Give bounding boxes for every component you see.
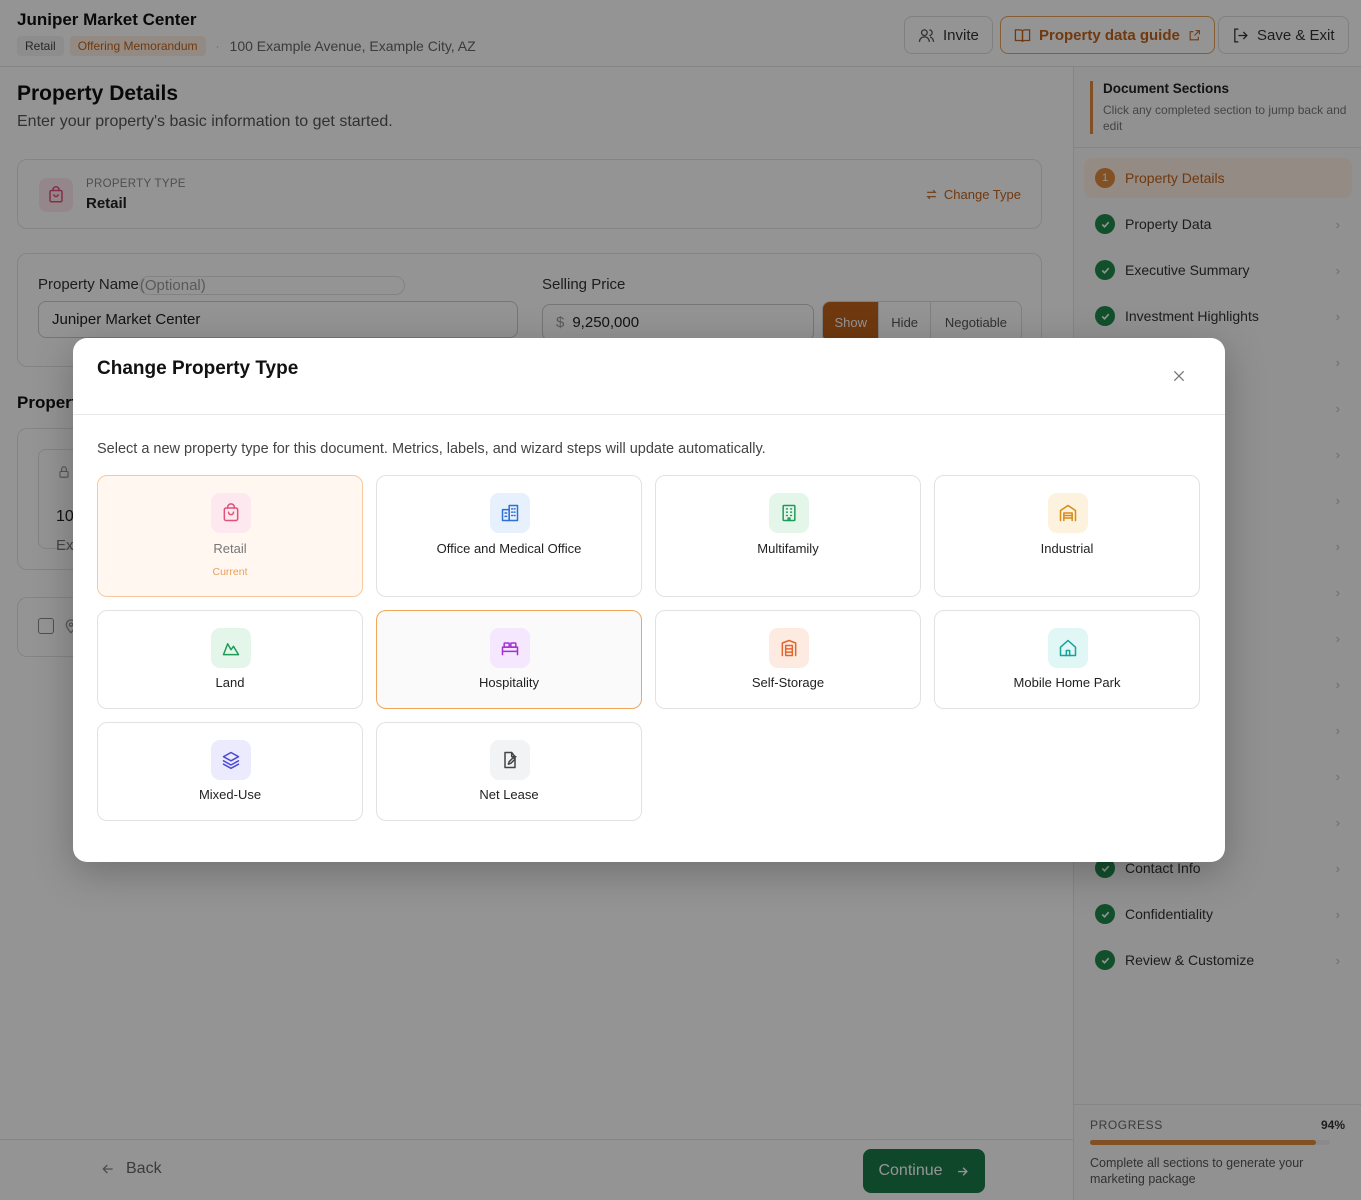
option-label: Hospitality: [479, 675, 539, 690]
property-type-option[interactable]: Land: [97, 610, 363, 709]
change-property-type-modal: Change Property Type Select a new proper…: [73, 338, 1225, 862]
property-type-option[interactable]: Office and Medical Office: [376, 475, 642, 597]
property-type-option[interactable]: Net Lease: [376, 722, 642, 821]
shopping-bag-icon: [211, 493, 251, 533]
property-type-option[interactable]: Multifamily: [655, 475, 921, 597]
property-type-option[interactable]: Hospitality: [376, 610, 642, 709]
modal-divider: [73, 414, 1225, 415]
bed-icon: [490, 628, 530, 668]
modal-description: Select a new property type for this docu…: [97, 441, 766, 457]
option-label: Retail: [213, 541, 247, 556]
option-label: Land: [215, 675, 245, 690]
warehouse-icon: [1048, 493, 1088, 533]
modal-title: Change Property Type: [97, 358, 299, 379]
storage-door-icon: [769, 628, 809, 668]
mountain-icon: [211, 628, 251, 668]
current-badge: Current: [212, 566, 248, 578]
option-label: Mixed-Use: [198, 787, 262, 802]
office-building-icon: [490, 493, 530, 533]
option-label: Industrial: [1040, 541, 1094, 556]
option-label: Net Lease: [479, 787, 539, 802]
layers-icon: [211, 740, 251, 780]
property-type-option[interactable]: Self-Storage: [655, 610, 921, 709]
option-label: Multifamily: [757, 541, 819, 556]
home-icon: [1048, 628, 1088, 668]
property-type-option[interactable]: Industrial: [934, 475, 1200, 597]
document-edit-icon: [490, 740, 530, 780]
property-type-option[interactable]: Mixed-Use: [97, 722, 363, 821]
property-type-option[interactable]: Retail Current: [97, 475, 363, 597]
option-label: Self-Storage: [751, 675, 825, 690]
close-button[interactable]: [1169, 366, 1189, 386]
option-label: Mobile Home Park: [1013, 675, 1121, 690]
option-label: Office and Medical Office: [436, 541, 582, 556]
apartment-icon: [769, 493, 809, 533]
property-type-option[interactable]: Mobile Home Park: [934, 610, 1200, 709]
close-icon: [1173, 370, 1185, 382]
